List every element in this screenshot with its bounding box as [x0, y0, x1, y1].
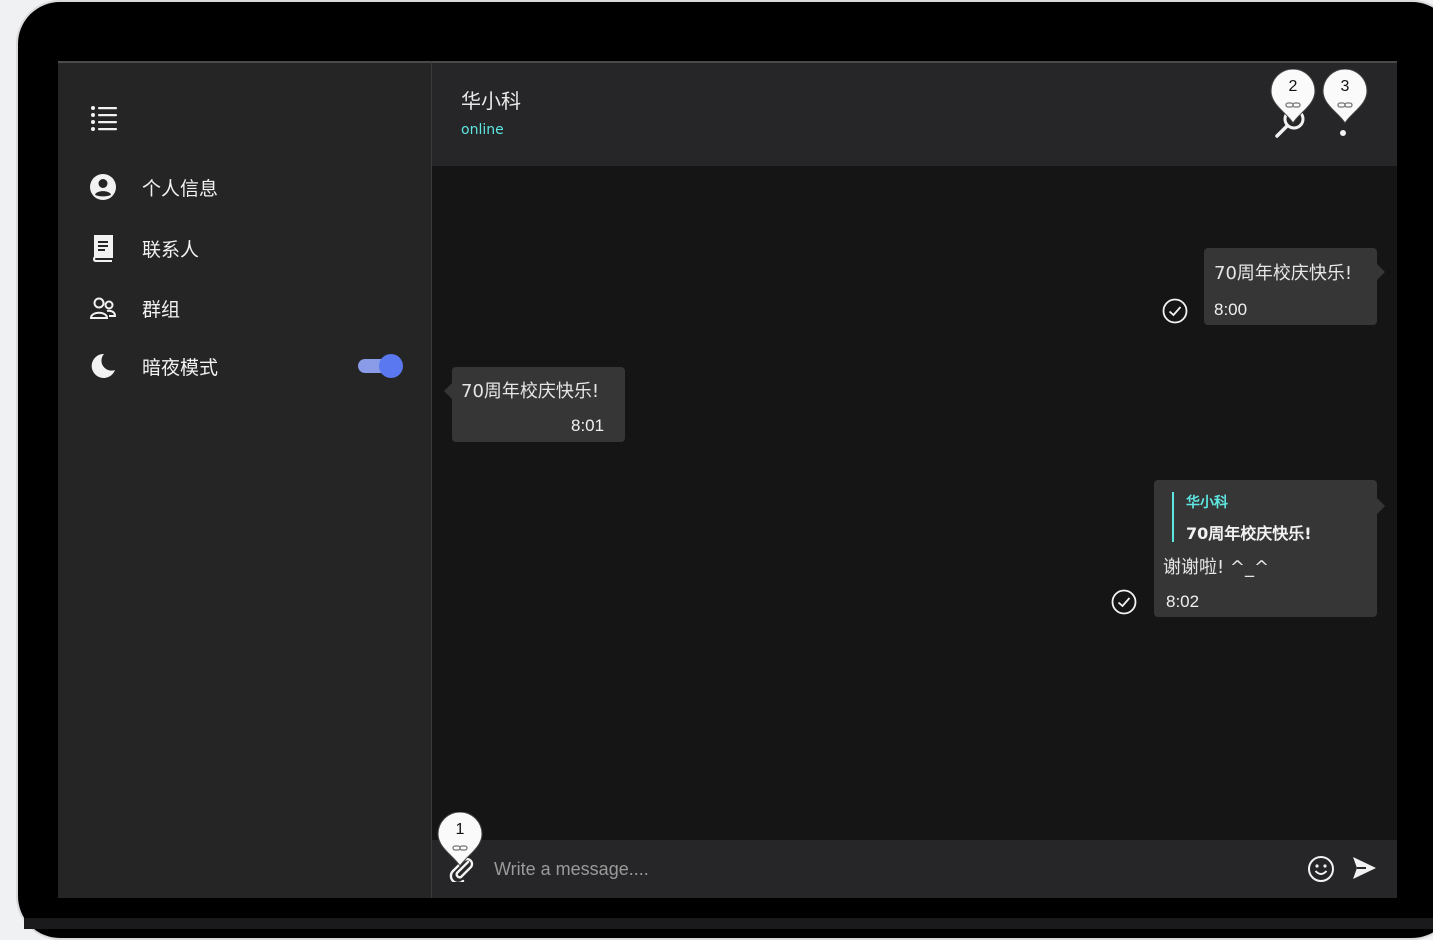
contact-name: 华小科	[461, 89, 521, 113]
message-text: 70周年校庆快乐!	[1214, 263, 1353, 284]
message-time: 8:02	[1166, 592, 1200, 611]
toggle-knob	[379, 354, 403, 378]
read-check-icon	[1162, 298, 1188, 324]
sidebar-item-profile[interactable]: 个人信息	[88, 167, 408, 207]
bubble-tail	[444, 383, 452, 399]
message-bubble-outgoing[interactable]: 华小科 70周年校庆快乐! 谢谢啦! ^_^ 8:02	[1154, 480, 1385, 617]
sidebar-item-contacts[interactable]: 联系人	[88, 228, 408, 268]
sidebar-item-label: 群组	[142, 298, 181, 321]
annotation-marker-number: 1	[455, 821, 465, 838]
bubble-tail	[1377, 498, 1385, 514]
annotation-marker-3: 3	[1321, 68, 1369, 125]
message-text: 70周年校庆快乐!	[461, 381, 600, 402]
sidebar-item-label: 暗夜模式	[142, 356, 219, 379]
read-check-icon	[1111, 589, 1137, 615]
quoted-text: 70周年校庆快乐!	[1186, 524, 1312, 543]
sidebar-item-label: 联系人	[142, 238, 200, 261]
user-circle-icon	[88, 172, 118, 202]
message-bubble-incoming[interactable]: 70周年校庆快乐! 8:01	[444, 367, 625, 442]
annotation-marker-2: 2	[1269, 68, 1317, 125]
contact-status: online	[461, 122, 504, 138]
group-icon	[88, 293, 118, 323]
message-time: 8:00	[1214, 300, 1248, 319]
app-screen: 个人信息 联系人 群组 暗夜模式 华小科 online 2 3 70周年校庆快乐…	[58, 61, 1397, 898]
moon-icon	[88, 351, 118, 381]
bubble-tail	[1377, 264, 1385, 280]
dark-mode-toggle[interactable]	[358, 353, 404, 379]
chat-header: 华小科 online 2 3	[432, 61, 1397, 166]
annotation-marker-number: 3	[1340, 78, 1350, 95]
quoted-sender: 华小科	[1186, 495, 1228, 511]
annotation-marker-1: 1	[436, 811, 484, 868]
emoji-icon[interactable]	[1307, 855, 1335, 883]
contacts-book-icon	[88, 233, 118, 263]
message-text: 谢谢啦! ^_^	[1163, 557, 1270, 578]
sidebar-item-label: 个人信息	[142, 177, 219, 200]
message-composer	[432, 840, 1397, 898]
list-icon[interactable]	[90, 105, 118, 131]
message-input[interactable]	[494, 854, 1274, 884]
device-bottom-bezel	[24, 918, 1433, 929]
sidebar: 个人信息 联系人 群组 暗夜模式	[58, 61, 432, 898]
annotation-marker-number: 2	[1288, 78, 1298, 95]
quoted-message[interactable]: 华小科 70周年校庆快乐!	[1172, 492, 1312, 543]
send-icon[interactable]	[1350, 854, 1378, 882]
message-time: 8:01	[571, 416, 605, 435]
sidebar-item-groups[interactable]: 群组	[88, 288, 408, 328]
message-bubble-outgoing[interactable]: 70周年校庆快乐! 8:00	[1204, 248, 1385, 325]
